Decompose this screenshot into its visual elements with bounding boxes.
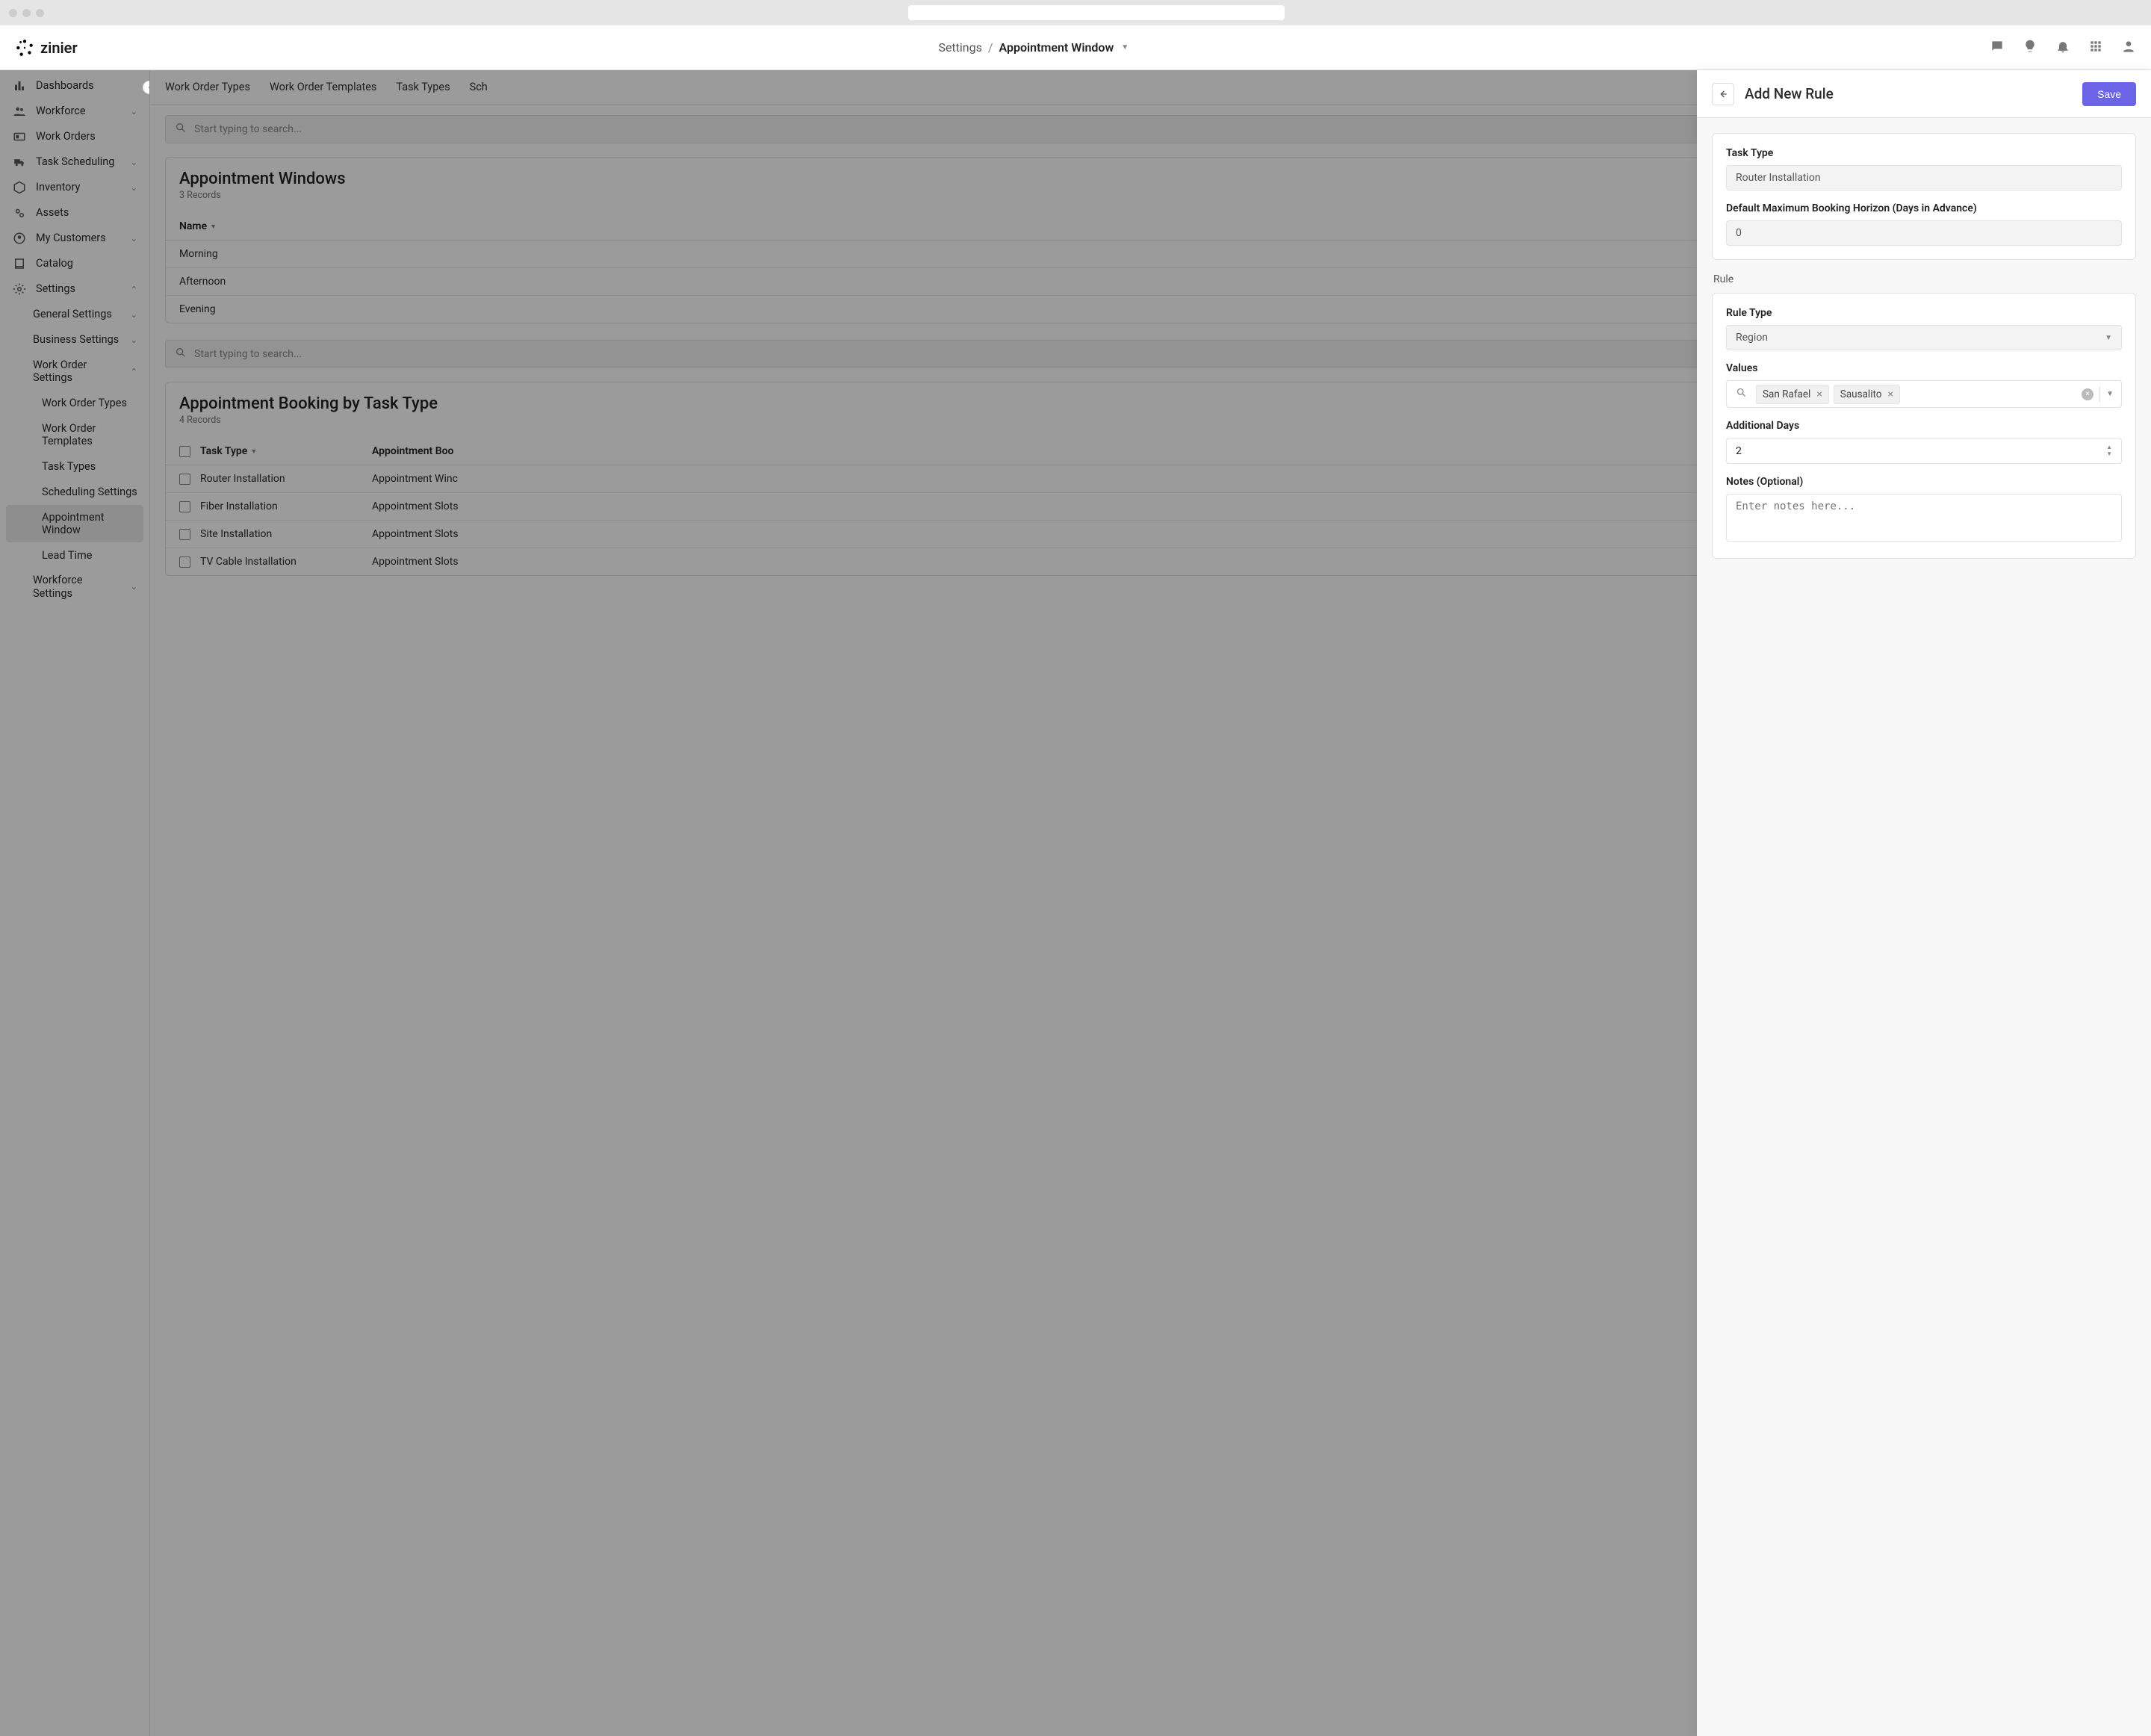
tag-san-rafael: San Rafael × <box>1756 385 1829 404</box>
modal-dim-overlay[interactable] <box>0 70 1697 1736</box>
values-multiselect[interactable]: San Rafael × Sausalito × × ▼ <box>1726 380 2122 408</box>
task-type-label: Task Type <box>1726 147 2122 159</box>
save-button[interactable]: Save <box>2082 82 2136 106</box>
clear-all-tags-icon[interactable]: × <box>2082 388 2093 400</box>
remove-tag-icon[interactable]: × <box>1816 389 1822 400</box>
tag-sausalito: Sausalito × <box>1834 385 1900 404</box>
task-type-input[interactable]: Router Installation <box>1726 165 2122 190</box>
panel-header: Add New Rule Save <box>1697 70 2151 118</box>
app-header: zinier Settings / Appointment Window ▼ <box>0 25 2151 70</box>
horizon-input[interactable]: 0 <box>1726 220 2122 246</box>
horizon-label: Default Maximum Booking Horizon (Days in… <box>1726 202 2122 214</box>
breadcrumb-parent[interactable]: Settings <box>938 40 981 55</box>
maximize-window-dot[interactable] <box>36 9 44 17</box>
notes-textarea[interactable] <box>1726 494 2122 542</box>
url-bar[interactable] <box>908 5 1285 20</box>
breadcrumb: Settings / Appointment Window ▼ <box>78 40 1990 55</box>
tag-label: San Rafael <box>1763 388 1810 400</box>
user-avatar-icon[interactable] <box>2121 39 2136 57</box>
arrow-left-icon <box>1717 88 1729 100</box>
minimize-window-dot[interactable] <box>22 9 31 17</box>
back-button[interactable] <box>1712 83 1734 105</box>
lightbulb-icon[interactable] <box>2023 39 2037 57</box>
apps-grid-icon[interactable] <box>2088 39 2103 57</box>
remove-tag-icon[interactable]: × <box>1887 389 1893 400</box>
separator <box>2099 387 2100 402</box>
chevron-down-icon: ▼ <box>2105 334 2112 342</box>
number-spinner[interactable]: ▲ ▼ <box>2106 444 2112 457</box>
bell-icon[interactable] <box>2055 39 2070 57</box>
rule-type-value: Region <box>1736 332 1768 344</box>
rule-type-select[interactable]: Region ▼ <box>1726 325 2122 350</box>
rule-card: Rule Type Region ▼ Values San Rafael × S… <box>1712 293 2136 559</box>
logo-mark-icon <box>15 38 34 58</box>
values-label: Values <box>1726 362 2122 374</box>
breadcrumb-current[interactable]: Appointment Window <box>999 40 1114 55</box>
additional-days-label: Additional Days <box>1726 420 2122 432</box>
panel-body: Task Type Router Installation Default Ma… <box>1697 118 2151 1736</box>
panel-title: Add New Rule <box>1745 85 2072 102</box>
additional-days-value: 2 <box>1736 445 1742 457</box>
stepper-down-icon[interactable]: ▼ <box>2106 451 2112 457</box>
chevron-down-icon[interactable]: ▼ <box>2106 390 2114 398</box>
notes-label: Notes (Optional) <box>1726 476 2122 488</box>
browser-chrome <box>0 0 2151 25</box>
logo-text: zinier <box>40 39 78 57</box>
url-bar-container <box>50 5 2142 20</box>
rule-type-label: Rule Type <box>1726 307 2122 319</box>
breadcrumb-caret-icon[interactable]: ▼ <box>1121 43 1129 52</box>
task-type-card: Task Type Router Installation Default Ma… <box>1712 133 2136 260</box>
additional-days-input[interactable]: 2 ▲ ▼ <box>1726 438 2122 464</box>
chat-icon[interactable] <box>1990 39 2005 57</box>
add-rule-side-panel: Add New Rule Save Task Type Router Insta… <box>1697 70 2151 1736</box>
tag-label: Sausalito <box>1840 388 1882 400</box>
logo[interactable]: zinier <box>15 38 78 58</box>
breadcrumb-separator: / <box>988 40 993 55</box>
close-window-dot[interactable] <box>9 9 17 17</box>
search-icon <box>1731 384 1751 404</box>
rule-section-label: Rule <box>1712 273 2136 285</box>
window-controls <box>9 9 44 17</box>
header-icons <box>1990 39 2136 57</box>
stepper-up-icon[interactable]: ▲ <box>2106 444 2112 450</box>
